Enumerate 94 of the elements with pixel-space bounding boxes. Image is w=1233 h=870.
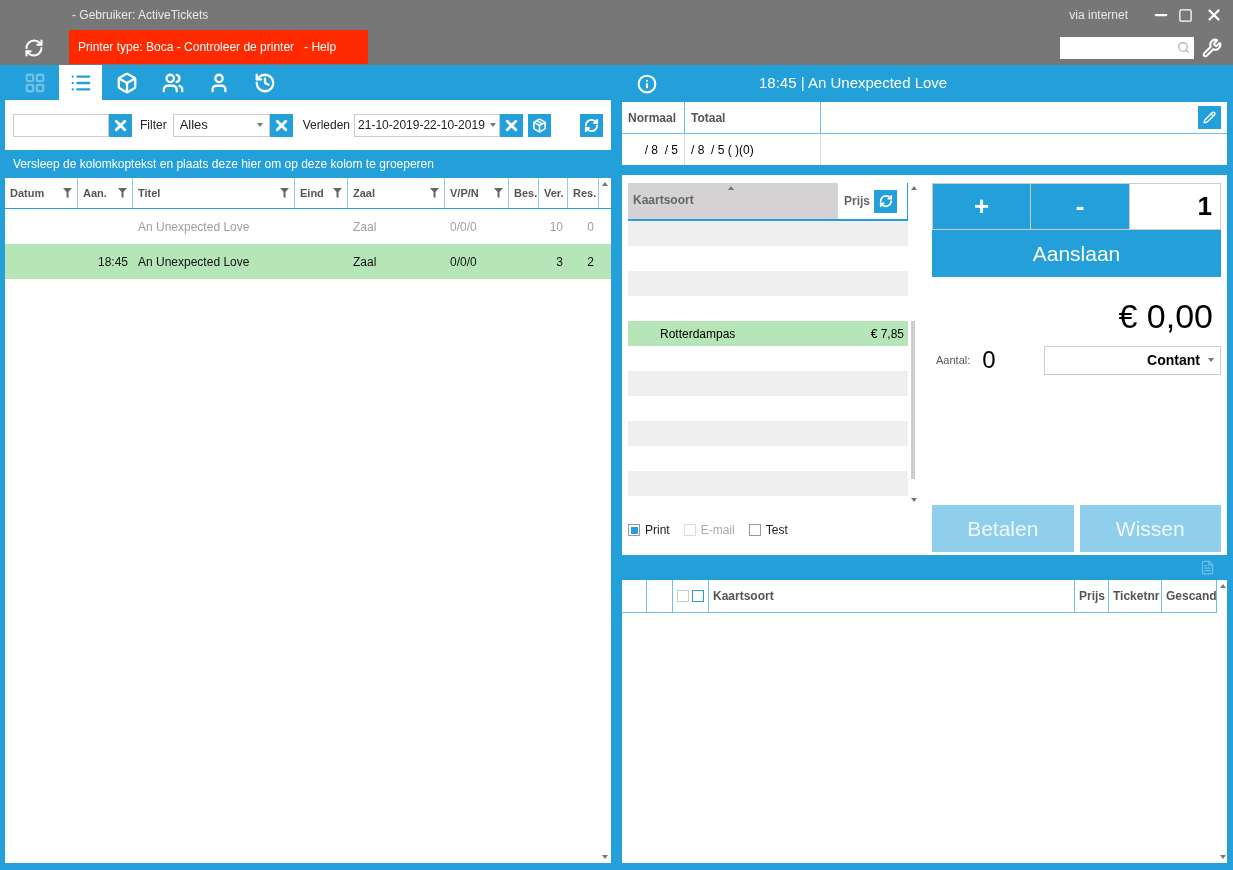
- scrollbar-thumb[interactable]: [911, 321, 915, 479]
- clear-button[interactable]: [269, 113, 293, 137]
- search-icon: [1177, 41, 1190, 54]
- scroll-down-icon[interactable]: [602, 855, 608, 859]
- checkbox[interactable]: [692, 590, 704, 602]
- info-icon[interactable]: [637, 73, 657, 94]
- refresh-icon: [878, 194, 893, 208]
- scroll-down-icon[interactable]: [1220, 855, 1226, 859]
- filter-icon[interactable]: [280, 188, 289, 198]
- grid-icon: [23, 71, 46, 94]
- search-field[interactable]: [1060, 36, 1194, 59]
- summary-value: / 8 / 5 ( )(0): [691, 141, 754, 159]
- close-icon[interactable]: [1205, 6, 1223, 24]
- clock-icon: [253, 71, 276, 94]
- checkbox-label: Test: [765, 522, 788, 539]
- scroll-up-icon[interactable]: [1220, 584, 1226, 588]
- group-hint: Versleep de kolomkoptekst en plaats deze hier om op deze kolom te groeperen: [13, 156, 434, 173]
- checkbox[interactable]: [748, 524, 761, 536]
- nav-tab[interactable]: [59, 65, 102, 100]
- table-cell: 10: [549, 219, 563, 234]
- column-header[interactable]: Gescand: [1162, 580, 1217, 612]
- column-header[interactable]: Ver.: [539, 178, 568, 208]
- refresh-icon[interactable]: [24, 37, 44, 58]
- column-header[interactable]: Bes.: [509, 178, 539, 208]
- refresh-button[interactable]: [580, 113, 603, 137]
- filter-icon[interactable]: [63, 188, 72, 198]
- seats-icon: [161, 71, 184, 94]
- caret-icon[interactable]: [490, 123, 497, 127]
- column-header[interactable]: Kaartsoort: [628, 183, 838, 219]
- package-icon: [532, 117, 548, 133]
- column-header[interactable]: Aan.: [78, 178, 133, 208]
- summary-header: Totaal: [685, 102, 821, 133]
- pencil-icon: [1203, 111, 1216, 124]
- search-input[interactable]: [13, 113, 109, 137]
- column-header[interactable]: Prijs: [1075, 580, 1109, 612]
- column-header[interactable]: V/P/N: [445, 178, 509, 208]
- scroll-down-icon[interactable]: [911, 498, 917, 502]
- table-cell: 3: [556, 254, 563, 269]
- scroll-up-icon[interactable]: [602, 182, 608, 186]
- edit-button[interactable]: [1198, 106, 1221, 129]
- table-cell: 0: [587, 219, 594, 234]
- ticket-row[interactable]: Rotterdampas € 7,85: [628, 321, 908, 346]
- column-header[interactable]: Titel: [133, 178, 295, 208]
- alert-message: Printer type: Boca - Controleer de printer: [78, 39, 295, 56]
- wrench-icon[interactable]: [1202, 37, 1222, 58]
- column-header[interactable]: Ticketnr: [1109, 580, 1162, 612]
- count-value: 0: [982, 345, 996, 375]
- sort-icon[interactable]: [728, 186, 734, 190]
- filter-icon[interactable]: [494, 188, 503, 198]
- table-cell: Zaal: [353, 254, 377, 269]
- package-button[interactable]: [528, 113, 552, 137]
- column-header[interactable]: Res.: [568, 178, 599, 208]
- caret-icon[interactable]: [256, 123, 263, 127]
- show-title: 18:45 | An Unexpected Love: [759, 73, 948, 94]
- checkbox[interactable]: [677, 590, 689, 602]
- event-row[interactable]: 18:45 An Unexpected Love Zaal 0/0/0 3 2: [5, 244, 611, 279]
- column-header[interactable]: Prijs: [844, 192, 870, 210]
- filter-label: Filter: [140, 117, 167, 134]
- filter-icon[interactable]: [118, 188, 127, 198]
- filter-dropdown[interactable]: Alles: [172, 113, 270, 137]
- column-header[interactable]: Eind: [295, 178, 348, 208]
- table-cell: An Unexpected Love: [138, 254, 250, 269]
- box-icon: [115, 71, 138, 94]
- filter-icon[interactable]: [333, 188, 342, 198]
- connection-status: via internet: [1069, 7, 1128, 24]
- clear-button[interactable]: [109, 113, 132, 137]
- refresh-icon: [584, 117, 599, 133]
- column-header[interactable]: Kaartsoort: [709, 580, 1075, 612]
- clear-button[interactable]: [500, 113, 524, 137]
- summary-header: Normaal: [622, 102, 685, 133]
- column-header[interactable]: Datum: [5, 178, 78, 208]
- table-cell: Zaal: [353, 219, 377, 234]
- checkbox-label: E-mail: [700, 522, 735, 539]
- maximize-icon[interactable]: [1178, 7, 1193, 23]
- table-cell: 18:45: [97, 254, 128, 269]
- payment-dropdown[interactable]: Contant: [1044, 345, 1221, 375]
- checkbox[interactable]: [628, 524, 640, 536]
- scroll-up-icon[interactable]: [911, 186, 917, 190]
- column-header[interactable]: Zaal: [348, 178, 445, 208]
- table-cell: 2: [587, 254, 594, 269]
- window-title: - Gebruiker: ActiveTickets: [72, 7, 209, 24]
- total-amount: € 0,00: [1118, 296, 1213, 337]
- table-cell: 0/0/0: [450, 219, 477, 234]
- checkbox-label: Print: [645, 522, 670, 539]
- table-cell: An Unexpected Love: [138, 219, 250, 234]
- summary-value: / 8 / 5: [644, 141, 678, 159]
- period-dropdown[interactable]: 21-10-2019-22-10-2019: [354, 113, 501, 137]
- caret-icon[interactable]: [1208, 358, 1214, 362]
- help-link[interactable]: - Help: [304, 38, 337, 56]
- table-cell: 0/0/0: [450, 254, 477, 269]
- period-label: Verleden: [302, 117, 351, 134]
- refresh-button[interactable]: [874, 189, 897, 213]
- count-label: Aantal:: [936, 352, 971, 368]
- filter-icon[interactable]: [430, 188, 439, 198]
